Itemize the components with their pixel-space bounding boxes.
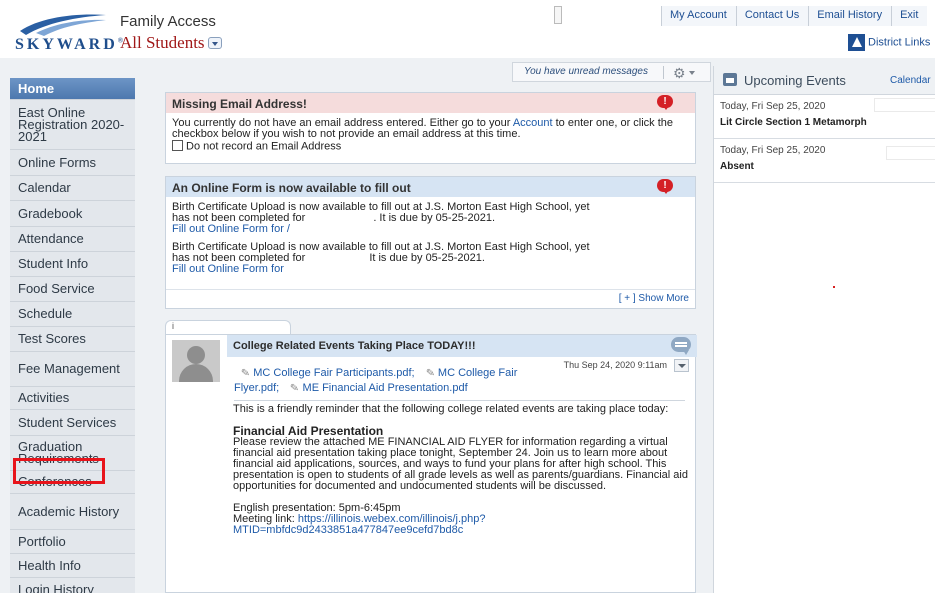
online-form-item: Birth Certificate Upload is now availabl…	[172, 242, 689, 275]
sidebar-item-fee-management[interactable]: Fee Management	[10, 352, 135, 387]
divider	[166, 289, 695, 290]
district-links-label: District Links	[868, 36, 931, 49]
alert-icon: !	[657, 95, 673, 110]
calendar-link[interactable]: Calendar	[890, 75, 931, 86]
post-tab[interactable]: i	[165, 320, 291, 334]
missing-email-header: Missing Email Address! !	[166, 93, 695, 113]
fill-out-online-form-link[interactable]: Fill out Online Form for /	[172, 224, 689, 235]
show-more-link[interactable]: [ + ] Show More	[619, 293, 689, 304]
sidebar-item-academic-history[interactable]: Academic History	[10, 494, 135, 530]
sidebar-item-food-service[interactable]: Food Service	[10, 277, 135, 302]
sidebar-nav: Home East Online Registration 2020-2021 …	[10, 78, 135, 593]
avatar	[172, 340, 220, 382]
paperclip-icon: ✏	[286, 380, 302, 396]
news-post: College Related Events Taking Place TODA…	[165, 334, 697, 593]
red-dot	[833, 286, 835, 288]
online-form-due: It is due by 05-25-2021.	[369, 252, 485, 264]
event-title: Absent	[720, 161, 754, 172]
upcoming-events-panel: Upcoming Events Calendar Today, Fri Sep …	[713, 66, 935, 593]
sidebar-item-activities[interactable]: Activities	[10, 387, 135, 410]
header: SKYWARD® Family Access All Students My A…	[0, 0, 935, 58]
fill-out-online-form-link[interactable]: Fill out Online Form for	[172, 264, 689, 275]
redacted-block	[886, 146, 935, 160]
sidebar-item-home[interactable]: Home	[10, 78, 135, 100]
sidebar-item-east-online-registration[interactable]: East Online Registration 2020-2021	[10, 100, 135, 150]
app-title: Family Access	[120, 13, 216, 30]
divider	[714, 182, 935, 183]
skyward-logo-swoosh	[20, 14, 106, 36]
sidebar-item-login-history[interactable]: Login History	[10, 578, 135, 593]
post-section-body: Please review the attached ME FINANCIAL …	[233, 436, 688, 492]
sidebar-item-student-info[interactable]: Student Info	[10, 252, 135, 277]
sidebar-item-portfolio[interactable]: Portfolio	[10, 530, 135, 554]
missing-email-message: Missing Email Address! ! You currently d…	[165, 92, 696, 164]
calendar-icon	[723, 73, 737, 86]
post-header: College Related Events Taking Place TODA…	[227, 335, 697, 357]
online-form-due: . It is due by 05-25-2021.	[373, 212, 495, 224]
missing-email-title: Missing Email Address!	[172, 97, 307, 111]
my-account-link[interactable]: My Account	[661, 6, 736, 26]
missing-email-body: You currently do not have an email addre…	[166, 113, 695, 152]
family-access-page: SKYWARD® Family Access All Students My A…	[0, 0, 935, 593]
no-email-checkbox[interactable]	[172, 140, 183, 151]
student-selector[interactable]: All Students	[120, 33, 222, 53]
no-email-option: Do not record an Email Address	[172, 140, 689, 153]
divider	[714, 138, 935, 139]
online-form-title: An Online Form is now available to fill …	[172, 181, 411, 195]
no-email-checkbox-label: Do not record an Email Address	[186, 140, 342, 153]
exit-link[interactable]: Exit	[891, 6, 928, 26]
sidebar-item-gradebook[interactable]: Gradebook	[10, 201, 135, 227]
post-options-dropdown[interactable]	[674, 359, 689, 372]
sidebar-item-schedule[interactable]: Schedule	[10, 302, 135, 327]
message-center: You have unread messages ⚙ Missing Email…	[146, 58, 713, 593]
online-form-body: Birth Certificate Upload is now availabl…	[166, 197, 695, 275]
post-timestamp: Thu Sep 24, 2020 9:11am	[563, 360, 667, 370]
chevron-down-icon[interactable]	[689, 71, 695, 75]
chevron-down-icon[interactable]	[207, 37, 222, 50]
gear-icon[interactable]: ⚙	[673, 65, 686, 82]
unread-messages-link[interactable]: You have unread messages	[524, 66, 648, 77]
sidebar-item-online-forms[interactable]: Online Forms	[10, 150, 135, 176]
sidebar-item-calendar[interactable]: Calendar	[10, 176, 135, 201]
alert-icon: !	[657, 179, 673, 194]
upcoming-events-header: Upcoming Events Calendar	[714, 66, 935, 95]
online-form-header: An Online Form is now available to fill …	[166, 177, 695, 197]
divider	[234, 400, 685, 401]
upcoming-events-title: Upcoming Events	[744, 73, 846, 88]
paperclip-icon: ✏	[422, 365, 438, 381]
top-links: My Account Contact Us Email History Exit	[661, 6, 928, 26]
redacted-block	[874, 98, 935, 112]
sidebar-item-test-scores[interactable]: Test Scores	[10, 327, 135, 352]
conferences-highlight-box	[13, 458, 105, 484]
post-title: College Related Events Taking Place TODA…	[233, 340, 476, 352]
online-form-message: An Online Form is now available to fill …	[165, 176, 696, 309]
sidebar-item-attendance[interactable]: Attendance	[10, 227, 135, 252]
district-links-icon	[848, 34, 865, 51]
paperclip-icon: ✏	[237, 365, 253, 381]
district-links[interactable]: District Links	[848, 34, 930, 51]
email-history-link[interactable]: Email History	[808, 6, 892, 26]
skyward-logo[interactable]: SKYWARD®	[15, 36, 123, 54]
post-intro: This is a friendly reminder that the fol…	[233, 403, 669, 415]
reply-bubble-icon[interactable]	[671, 337, 691, 355]
sidebar-item-health-info[interactable]: Health Info	[10, 554, 135, 578]
header-input-stub[interactable]	[554, 6, 562, 24]
contact-us-link[interactable]: Contact Us	[735, 6, 809, 26]
meeting-link-line: Meeting link: https://illinois.webex.com…	[233, 514, 691, 536]
sidebar-item-student-services[interactable]: Student Services	[10, 410, 135, 436]
divider	[663, 66, 664, 79]
event-title: Lit Circle Section 1 Metamorph	[720, 117, 867, 128]
post-body: This is a friendly reminder that the fol…	[233, 404, 691, 536]
post-attachments: ✏MC College Fair Participants.pdf; ✏MC C…	[234, 366, 554, 396]
attachment-link[interactable]: ME Financial Aid Presentation.pdf	[303, 382, 468, 394]
online-form-item: Birth Certificate Upload is now availabl…	[172, 202, 689, 235]
unread-messages-bar: You have unread messages ⚙	[512, 62, 711, 82]
attachment-link[interactable]: MC College Fair Participants.pdf;	[253, 367, 414, 379]
student-selector-label: All Students	[120, 33, 205, 52]
